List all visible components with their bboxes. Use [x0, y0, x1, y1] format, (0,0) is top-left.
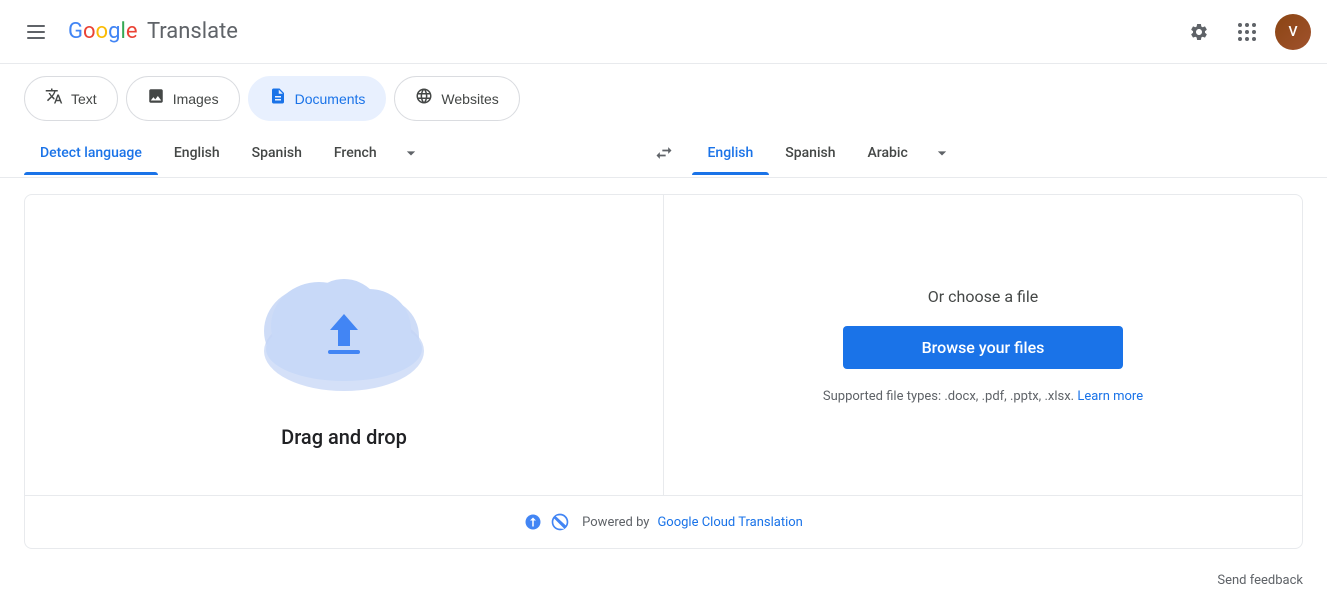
source-lang-english[interactable]: English [158, 131, 236, 175]
tab-websites-label: Websites [441, 91, 498, 107]
image-icon [147, 87, 165, 110]
swap-languages-button[interactable] [644, 133, 684, 173]
source-lang-french[interactable]: French [318, 131, 393, 175]
gcp-logo [550, 512, 570, 532]
tab-images[interactable]: Images [126, 76, 240, 121]
powered-by-text: Powered by [582, 515, 649, 530]
avatar[interactable]: V [1275, 14, 1311, 50]
globe-icon [415, 87, 433, 110]
swap-icon [654, 143, 674, 163]
translate-wordmark: Translate [141, 19, 237, 44]
app-header: Google Translate V [0, 0, 1327, 64]
header-left: Google Translate [16, 12, 238, 52]
tab-text-label: Text [71, 91, 97, 107]
apps-button[interactable] [1227, 12, 1267, 52]
google-cloud-icon [524, 513, 542, 531]
learn-more-link[interactable]: Learn more [1077, 389, 1143, 404]
translation-area: Drag and drop Or choose a file Browse yo… [24, 194, 1303, 549]
cloud-svg [244, 241, 444, 401]
target-language-panel: English Spanish Arabic [692, 129, 1304, 177]
tab-documents-label: Documents [295, 91, 366, 107]
gear-icon [1189, 22, 1209, 42]
mode-tabs: Text Images Documents Websites [0, 64, 1327, 121]
chevron-down-icon [932, 143, 952, 163]
source-language-panel: Detect language English Spanish French [24, 129, 636, 177]
header-right: V [1179, 12, 1311, 52]
send-feedback-link[interactable]: Send feedback [1217, 573, 1303, 588]
target-lang-more[interactable] [924, 129, 960, 177]
tab-text[interactable]: Text [24, 76, 118, 121]
tab-images-label: Images [173, 91, 219, 107]
translate-panels: Drag and drop Or choose a file Browse yo… [25, 195, 1302, 495]
grid-icon [1238, 23, 1256, 41]
cloud-upload-area: Drag and drop [244, 241, 444, 449]
powered-by-bar: Powered by Google Cloud Translation [25, 495, 1302, 548]
document-icon [269, 87, 287, 110]
tab-websites[interactable]: Websites [394, 76, 519, 121]
drag-drop-label: Drag and drop [281, 425, 407, 449]
gcp-link[interactable]: Google Cloud Translation [657, 515, 802, 530]
source-lang-spanish[interactable]: Spanish [236, 131, 318, 175]
target-lang-english[interactable]: English [692, 131, 770, 175]
source-lang-more[interactable] [393, 129, 429, 177]
settings-button[interactable] [1179, 12, 1219, 52]
browse-files-panel: Or choose a file Browse your files Suppo… [664, 195, 1302, 495]
google-wordmark: Google [68, 19, 137, 44]
cloud-illustration [244, 241, 444, 401]
translate-icon [45, 87, 63, 110]
browse-files-button[interactable]: Browse your files [843, 326, 1123, 369]
chevron-down-icon [401, 143, 421, 163]
upload-drop-zone[interactable]: Drag and drop [25, 195, 664, 495]
page-footer: Send feedback [0, 565, 1327, 600]
hamburger-icon [19, 17, 53, 47]
target-lang-arabic[interactable]: Arabic [852, 131, 924, 175]
app-logo[interactable]: Google Translate [68, 19, 238, 44]
language-selector-row: Detect language English Spanish French E… [0, 129, 1327, 178]
or-choose-text: Or choose a file [928, 287, 1038, 306]
target-lang-spanish[interactable]: Spanish [769, 131, 851, 175]
supported-types-text: Supported file types: .docx, .pdf, .pptx… [823, 389, 1143, 404]
source-lang-detect[interactable]: Detect language [24, 131, 158, 175]
tab-documents[interactable]: Documents [248, 76, 387, 121]
menu-button[interactable] [16, 12, 56, 52]
